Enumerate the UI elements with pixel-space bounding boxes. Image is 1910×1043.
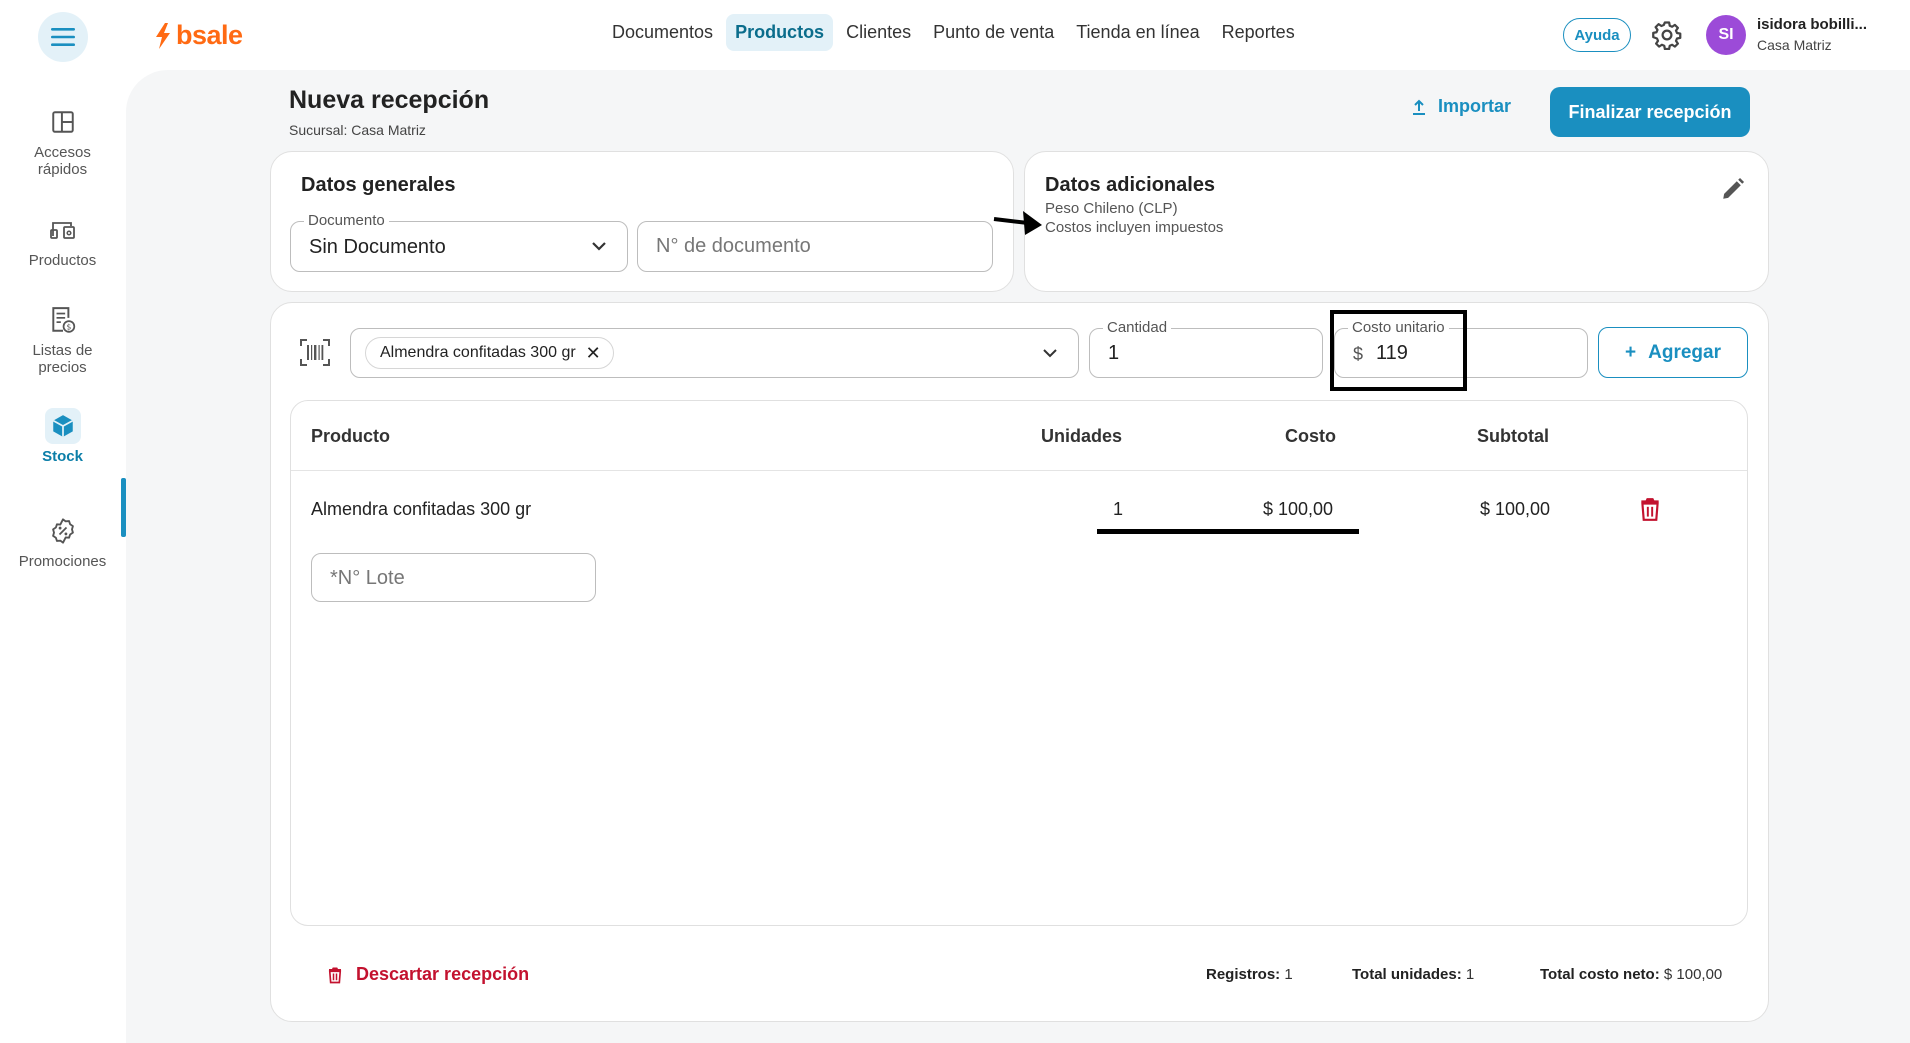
currency-text: Peso Chileno (CLP) (1045, 200, 1178, 217)
quantity-legend: Cantidad (1103, 319, 1172, 336)
units-value: 1 (1465, 966, 1475, 983)
nav-punto-de-venta[interactable]: Punto de venta (924, 14, 1063, 51)
add-label: Agregar (1648, 341, 1721, 363)
box-icon (52, 415, 73, 437)
nav-reportes[interactable]: Reportes (1213, 14, 1304, 51)
page-subtitle: Sucursal: Casa Matriz (289, 122, 426, 138)
column-header-subtotal: Subtotal (1477, 426, 1549, 446)
document-value: Sin Documento (309, 236, 446, 258)
column-header-product: Producto (311, 426, 390, 446)
document-legend: Documento (304, 212, 389, 229)
sidebar-item-label: precios (38, 359, 87, 376)
column-header-units: Unidades (1041, 426, 1123, 446)
top-bar: bsale Documentos Productos Clientes Punt… (0, 0, 1910, 68)
selected-product-chip: Almendra confitadas 300 gr ✕ (365, 337, 614, 369)
discount-badge-icon (51, 518, 74, 544)
finish-reception-button[interactable]: Finalizar recepción (1550, 87, 1750, 137)
page-title: Nueva recepción (289, 86, 490, 114)
row-product: Almendra confitadas 300 gr (311, 499, 532, 519)
sidebar-item-accesos-rapidos[interactable]: Accesos rápidos (0, 104, 125, 178)
annotation-arrow (993, 211, 1042, 235)
trash-icon[interactable] (1637, 496, 1663, 522)
row-subtotal: $ 100,00 (1480, 499, 1551, 519)
tax-note-text: Costos incluyen impuestos (1045, 219, 1224, 236)
trash-icon (328, 967, 342, 983)
pencil-icon[interactable] (1720, 176, 1746, 202)
chevron-down-icon (1043, 349, 1057, 358)
user-name[interactable]: isidora bobilli... (1757, 16, 1867, 33)
sidebar-item-label: Promociones (18, 553, 107, 570)
discard-label: Descartar recepción (356, 964, 530, 984)
document-number-placeholder: N° de documento (656, 235, 811, 257)
sidebar-item-promociones[interactable]: Promociones (0, 513, 125, 570)
gear-icon[interactable] (1652, 20, 1682, 50)
user-branch: Casa Matriz (1757, 37, 1832, 53)
sidebar-item-productos[interactable]: Productos (0, 212, 125, 269)
units-label: Total unidades: (1352, 966, 1462, 983)
nav-clientes[interactable]: Clientes (837, 14, 920, 51)
help-button[interactable]: Ayuda (1563, 18, 1631, 52)
sidebar-item-listas-de-precios[interactable]: $ Listas de precios (0, 302, 125, 376)
avatar[interactable]: SI (1706, 15, 1746, 55)
plus-icon: + (1625, 341, 1637, 363)
general-data-title: Datos generales (301, 174, 456, 196)
table-divider (291, 470, 1747, 471)
devices-icon (49, 222, 75, 239)
lot-number-input[interactable]: *N° Lote (311, 553, 596, 602)
discard-reception-button[interactable]: Descartar recepción (326, 964, 529, 985)
hamburger-icon (51, 28, 75, 46)
barcode-icon[interactable] (300, 339, 330, 366)
additional-data-title: Datos adicionales (1045, 174, 1216, 196)
sidebar: Accesos rápidos Productos $ Listas de pr… (0, 68, 126, 1043)
sidebar-item-label: Listas de (32, 342, 93, 359)
svg-text:$: $ (66, 323, 71, 332)
import-button[interactable]: Importar (1410, 96, 1511, 117)
sidebar-item-stock[interactable]: Stock (0, 408, 125, 465)
annotation-box (1330, 310, 1467, 391)
records-summary: Registros: 1 (1206, 966, 1293, 983)
add-product-button[interactable]: + Agregar (1598, 327, 1748, 378)
quantity-input[interactable]: Cantidad 1 (1089, 319, 1323, 378)
quantity-value: 1 (1108, 342, 1120, 364)
chip-label: Almendra confitadas 300 gr (380, 344, 576, 361)
sidebar-item-label: Accesos (34, 144, 91, 161)
products-table (290, 400, 1748, 926)
column-header-cost: Costo (1285, 426, 1336, 446)
net-label: Total costo neto: (1540, 966, 1660, 983)
import-label: Importar (1438, 96, 1512, 116)
sidebar-item-label: Stock (42, 448, 83, 465)
net-cost-summary: Total costo neto: $ 100,00 (1540, 966, 1722, 983)
main-nav: Documentos Productos Clientes Punto de v… (603, 14, 1304, 51)
layout-icon (51, 111, 74, 133)
nav-productos[interactable]: Productos (726, 14, 834, 51)
sidebar-item-label: rápidos (37, 161, 88, 178)
upload-icon (1413, 99, 1425, 115)
bolt-icon (156, 22, 170, 49)
chevron-down-icon (592, 242, 606, 251)
sidebar-item-label: Productos (28, 252, 97, 269)
price-list-icon: $ (51, 307, 75, 333)
records-value: 1 (1284, 966, 1293, 983)
row-cost[interactable]: $ 100,00 (1263, 499, 1333, 520)
document-select[interactable]: Documento Sin Documento (290, 212, 628, 272)
document-number-input[interactable]: N° de documento (637, 221, 993, 272)
lot-number-placeholder: *N° Lote (330, 567, 405, 589)
menu-button[interactable] (38, 12, 88, 62)
records-label: Registros: (1206, 966, 1281, 983)
nav-documentos[interactable]: Documentos (603, 14, 722, 51)
net-value: $ 100,00 (1663, 966, 1723, 983)
close-icon[interactable]: ✕ (586, 343, 601, 364)
annotation-underline (1097, 529, 1359, 534)
brand-logo[interactable]: bsale (154, 20, 243, 51)
brand-name: bsale (176, 20, 243, 50)
nav-tienda-en-linea[interactable]: Tienda en línea (1067, 14, 1208, 51)
units-summary: Total unidades: 1 (1352, 966, 1474, 983)
row-units[interactable]: 1 (1113, 499, 1123, 520)
